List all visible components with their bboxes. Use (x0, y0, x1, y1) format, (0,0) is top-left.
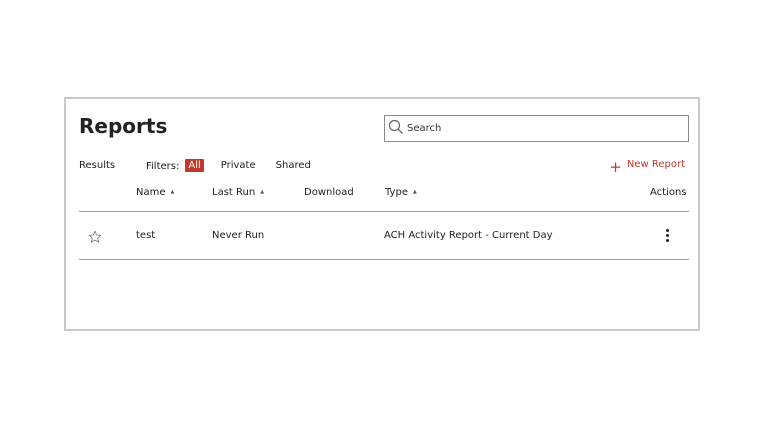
sort-up-icon: ▲ (170, 188, 175, 195)
column-header-type[interactable]: Type ▲ (385, 187, 417, 198)
filter-all[interactable]: All (185, 158, 204, 172)
column-header-actions: Actions (650, 187, 687, 198)
star-outline-icon[interactable] (88, 229, 102, 248)
sort-up-icon: ▲ (260, 188, 265, 195)
plus-icon: + (609, 157, 622, 176)
reports-panel: Reports Results Filters: All Private Sha… (64, 97, 700, 331)
search-input[interactable] (407, 123, 677, 134)
new-report-label: New Report (626, 159, 685, 170)
header-divider (79, 211, 689, 212)
new-report-button[interactable]: + New Report (609, 157, 685, 176)
filter-private[interactable]: Private (218, 159, 259, 172)
sort-up-icon: ▲ (412, 188, 417, 195)
row-divider (79, 259, 689, 260)
filters-label: Filters: (146, 161, 180, 172)
cell-last-run: Never Run (212, 230, 265, 241)
search-box[interactable] (384, 115, 689, 142)
kebab-menu-icon[interactable] (663, 228, 671, 243)
results-label: Results (79, 160, 116, 171)
column-header-last-run[interactable]: Last Run ▲ (212, 187, 264, 198)
cell-type: ACH Activity Report - Current Day (384, 230, 553, 241)
filter-shared[interactable]: Shared (273, 159, 314, 172)
cell-name[interactable]: test (136, 230, 155, 241)
filter-group: Filters: All Private Shared (146, 158, 328, 172)
search-icon (385, 119, 404, 139)
column-header-name[interactable]: Name ▲ (136, 187, 174, 198)
page-title: Reports (79, 114, 168, 138)
column-header-download: Download (304, 187, 354, 198)
